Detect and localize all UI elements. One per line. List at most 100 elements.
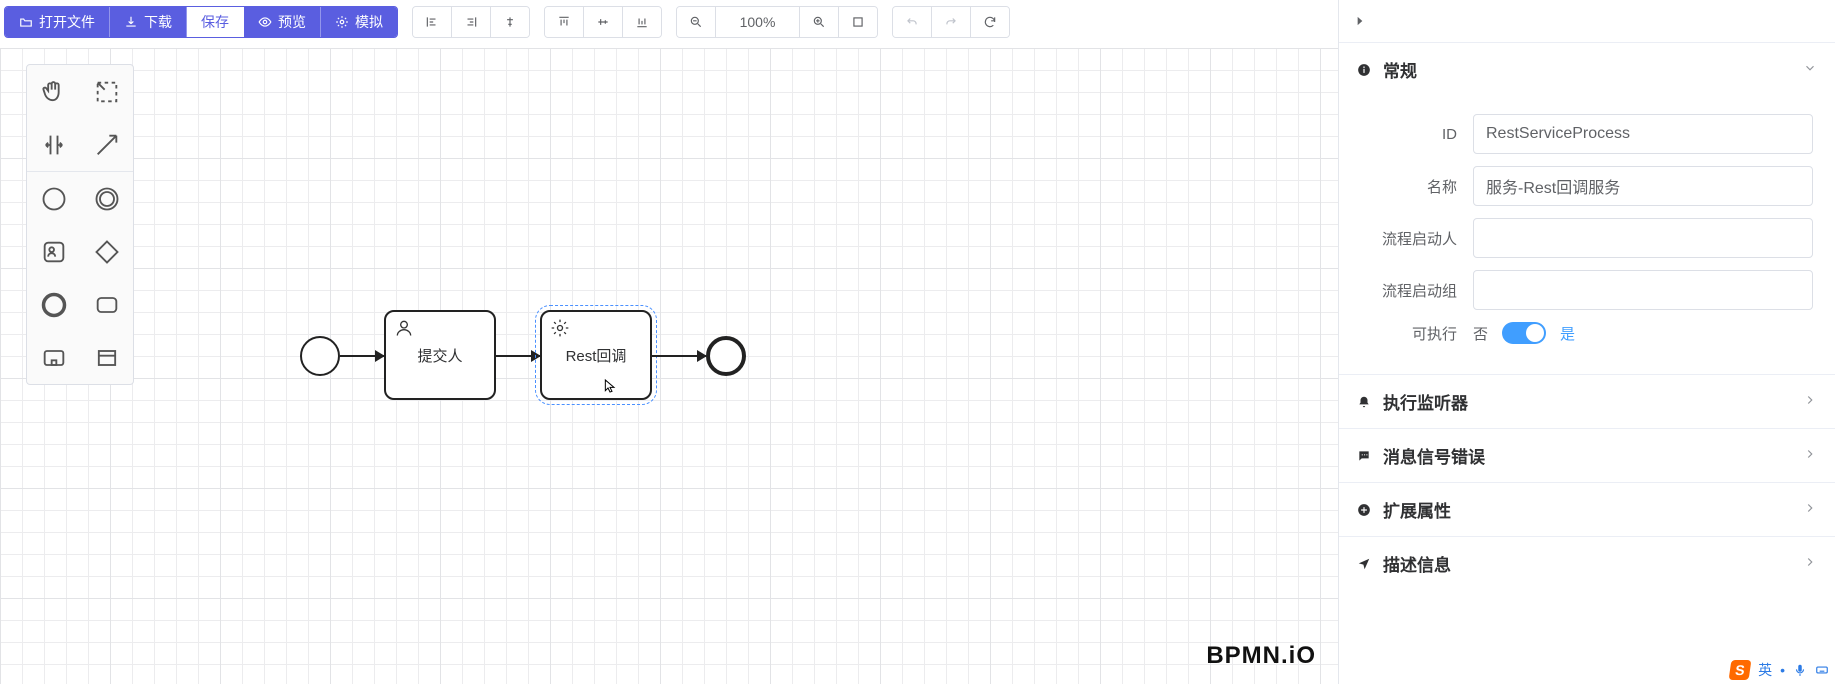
- ime-logo-icon: S: [1729, 660, 1752, 680]
- zoom-in-icon: [812, 15, 826, 29]
- save-button[interactable]: 保存: [187, 7, 244, 37]
- end-event-tool[interactable]: [27, 278, 80, 331]
- toggle-yes-label: 是: [1560, 323, 1575, 344]
- service-gear-icon: [550, 318, 570, 338]
- undo-icon: [905, 15, 919, 29]
- preview-button[interactable]: 预览: [244, 7, 321, 37]
- gear-icon: [335, 15, 349, 29]
- align-right-button[interactable]: [452, 7, 491, 37]
- chevron-down-icon: [1803, 60, 1817, 80]
- section-general-header[interactable]: 常规: [1339, 43, 1835, 96]
- save-label: 保存: [201, 12, 229, 32]
- fit-screen-icon: [851, 15, 865, 29]
- keyboard-icon: [1815, 663, 1829, 677]
- user-task-node[interactable]: 提交人: [384, 310, 496, 400]
- panel-collapse-button[interactable]: [1339, 0, 1835, 42]
- section-general-title: 常规: [1383, 57, 1417, 82]
- section-message: 消息信号错误: [1339, 428, 1835, 482]
- zoom-out-button[interactable]: [677, 7, 716, 37]
- open-file-label: 打开文件: [39, 12, 95, 32]
- sequence-flow-3[interactable]: [652, 355, 706, 357]
- align-left-button[interactable]: [413, 7, 452, 37]
- intermediate-event-tool[interactable]: [80, 172, 133, 225]
- subprocess-tool[interactable]: [27, 331, 80, 384]
- task-tool[interactable]: [80, 278, 133, 331]
- chevron-right-icon: [1803, 500, 1817, 520]
- executable-label: 可执行: [1361, 323, 1473, 344]
- end-event-node[interactable]: [706, 336, 746, 376]
- diagram-canvas[interactable]: 提交人 Rest回调 BPMN.iO: [0, 48, 1338, 684]
- space-tool[interactable]: [27, 118, 80, 171]
- section-listener-title: 执行监听器: [1383, 389, 1468, 414]
- id-label: ID: [1361, 126, 1473, 143]
- align-hcenter-icon: [503, 15, 517, 29]
- undo-button[interactable]: [893, 7, 932, 37]
- gateway-tool[interactable]: [80, 225, 133, 278]
- initiator-input[interactable]: [1473, 218, 1813, 258]
- chevron-right-icon: [1803, 554, 1817, 574]
- element-palette: [26, 64, 134, 385]
- name-label: 名称: [1361, 176, 1473, 197]
- section-extend-title: 扩展属性: [1383, 497, 1451, 522]
- toggle-no-label: 否: [1473, 323, 1488, 344]
- connect-tool[interactable]: [80, 118, 133, 171]
- top-toolbar: 打开文件 下载 保存 预览 模拟: [0, 0, 1338, 48]
- hand-tool[interactable]: [27, 65, 80, 118]
- align-hcenter-button[interactable]: [491, 7, 529, 37]
- zoom-fit-button[interactable]: [839, 7, 877, 37]
- lasso-tool[interactable]: [80, 65, 133, 118]
- ime-sep: •: [1780, 662, 1785, 678]
- id-input[interactable]: [1473, 114, 1813, 154]
- refresh-icon: [983, 15, 997, 29]
- mouse-cursor-icon: [602, 378, 618, 394]
- initiator-label: 流程启动人: [1361, 228, 1473, 249]
- section-desc-header[interactable]: 描述信息: [1339, 537, 1835, 590]
- start-event-node[interactable]: [300, 336, 340, 376]
- section-desc: 描述信息: [1339, 536, 1835, 590]
- download-button[interactable]: 下载: [110, 7, 187, 37]
- section-message-title: 消息信号错误: [1383, 443, 1485, 468]
- section-listener-header[interactable]: 执行监听器: [1339, 375, 1835, 428]
- zoom-level-display: 100%: [716, 7, 800, 37]
- redo-button[interactable]: [932, 7, 971, 37]
- user-task-tool[interactable]: [27, 225, 80, 278]
- section-listener: 执行监听器: [1339, 374, 1835, 428]
- chevron-right-icon: [1803, 392, 1817, 412]
- mic-icon: [1793, 663, 1807, 677]
- initiator-group-input[interactable]: [1473, 270, 1813, 310]
- redo-icon: [944, 15, 958, 29]
- sequence-flow-1[interactable]: [340, 355, 384, 357]
- name-input[interactable]: [1473, 166, 1813, 206]
- simulate-button[interactable]: 模拟: [321, 7, 397, 37]
- open-file-button[interactable]: 打开文件: [5, 7, 110, 37]
- service-task-node[interactable]: Rest回调: [540, 310, 652, 400]
- align-top-icon: [557, 15, 571, 29]
- data-object-tool[interactable]: [80, 331, 133, 384]
- align-bottom-button[interactable]: [623, 7, 661, 37]
- zoom-out-icon: [689, 15, 703, 29]
- align-vcenter-icon: [596, 15, 610, 29]
- plus-circle-icon: [1357, 503, 1371, 517]
- section-extend: 扩展属性: [1339, 482, 1835, 536]
- refresh-button[interactable]: [971, 7, 1009, 37]
- bpmn-watermark: BPMN.iO: [1206, 642, 1316, 670]
- align-vertical-group: [544, 6, 662, 38]
- sequence-flow-2[interactable]: [496, 355, 540, 357]
- section-extend-header[interactable]: 扩展属性: [1339, 483, 1835, 536]
- start-event-tool[interactable]: [27, 172, 80, 225]
- ime-status-bar: S 英 •: [1726, 658, 1833, 682]
- executable-toggle[interactable]: [1502, 322, 1546, 344]
- align-top-button[interactable]: [545, 7, 584, 37]
- align-vcenter-button[interactable]: [584, 7, 623, 37]
- download-icon: [124, 15, 138, 29]
- zoom-in-button[interactable]: [800, 7, 839, 37]
- section-desc-title: 描述信息: [1383, 551, 1451, 576]
- simulate-label: 模拟: [355, 12, 383, 32]
- download-label: 下载: [144, 12, 172, 32]
- zoom-group: 100%: [676, 6, 878, 38]
- section-message-header[interactable]: 消息信号错误: [1339, 429, 1835, 482]
- folder-open-icon: [19, 15, 33, 29]
- section-general-body: ID 名称 流程启动人 流程启动组 可执行: [1339, 96, 1835, 374]
- bell-icon: [1357, 395, 1371, 409]
- preview-label: 预览: [278, 12, 306, 32]
